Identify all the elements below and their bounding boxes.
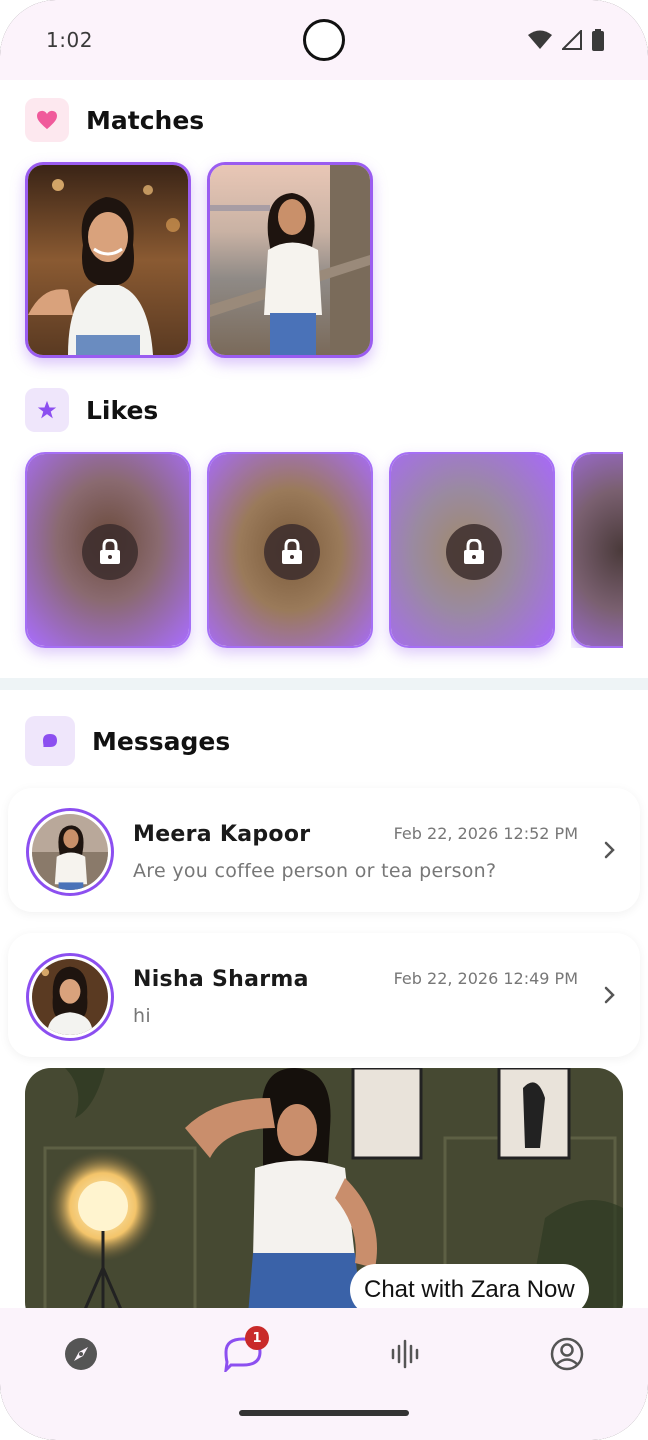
wifi-icon [528,30,552,49]
match-card[interactable] [207,162,373,358]
chat-bubble-icon [43,734,57,747]
lock-icon [100,539,120,564]
profile-icon [550,1337,584,1371]
likes-icon-box [25,388,69,432]
like-card-locked[interactable] [389,452,555,648]
blurred-photo [573,454,623,646]
battery-icon [592,29,604,51]
match-card[interactable] [25,162,191,358]
like-card-clip [571,452,623,648]
messages-title: Messages [92,726,231,756]
home-indicator[interactable] [239,1410,409,1416]
lock-icon [282,539,302,564]
chevron-right-icon [604,986,615,1004]
conversation-item[interactable]: Meera Kapoor Feb 22, 2026 12:52 PM Are y… [8,788,640,912]
compass-icon [65,1338,97,1370]
like-card-locked[interactable] [25,452,191,648]
unread-badge: 1 [245,1326,269,1350]
message-preview: hi [133,1005,151,1027]
contact-name: Nisha Sharma [133,967,309,992]
nav-chats[interactable]: 1 [221,1326,269,1376]
matches-icon-box [25,98,69,142]
chat-now-button[interactable]: Chat with Zara Now [350,1264,589,1308]
nav-discover[interactable] [59,1332,103,1376]
voice-wave-icon [391,1339,419,1369]
lock-badge [264,524,320,580]
like-card-locked[interactable] [207,452,373,648]
lock-badge [82,524,138,580]
avatar-photo [32,814,108,890]
matches-title: Matches [86,105,205,135]
match-photo [28,165,188,355]
lock-badge [446,524,502,580]
message-preview: Are you coffee person or tea person? [133,860,497,882]
message-timestamp: Feb 22, 2026 12:52 PM [393,824,578,843]
lock-icon [464,539,484,564]
match-photo [210,165,370,355]
messages-icon-box [25,716,75,766]
messages-header: Messages [25,716,230,766]
phone-screen: 1:02 Matches Likes Messages Meera Kapoor… [0,0,648,1440]
likes-title: Likes [86,395,159,425]
contact-name: Meera Kapoor [133,822,311,847]
main-content: Matches Likes Messages Meera Kapoor Feb … [0,80,648,1308]
promo-banner[interactable]: Chat with Zara Now [25,1068,623,1308]
message-timestamp: Feb 22, 2026 12:49 PM [393,969,578,988]
conversation-item[interactable]: Nisha Sharma Feb 22, 2026 12:49 PM hi [8,933,640,1057]
status-time: 1:02 [46,28,93,52]
section-divider [0,678,648,690]
camera-cutout [303,19,345,61]
avatar [26,953,114,1041]
like-card-locked[interactable] [571,452,623,648]
likes-header: Likes [25,388,158,432]
status-icons [528,29,604,51]
cellular-signal-icon [562,30,582,50]
nav-profile[interactable] [545,1332,589,1376]
avatar-photo [32,959,108,1035]
matches-header: Matches [25,98,204,142]
star-icon [37,400,57,419]
status-bar: 1:02 [0,0,648,80]
heart-icon [37,110,57,130]
avatar [26,808,114,896]
bottom-navigation: 1 [0,1308,648,1440]
chevron-right-icon [604,841,615,859]
nav-voice[interactable] [383,1332,427,1376]
